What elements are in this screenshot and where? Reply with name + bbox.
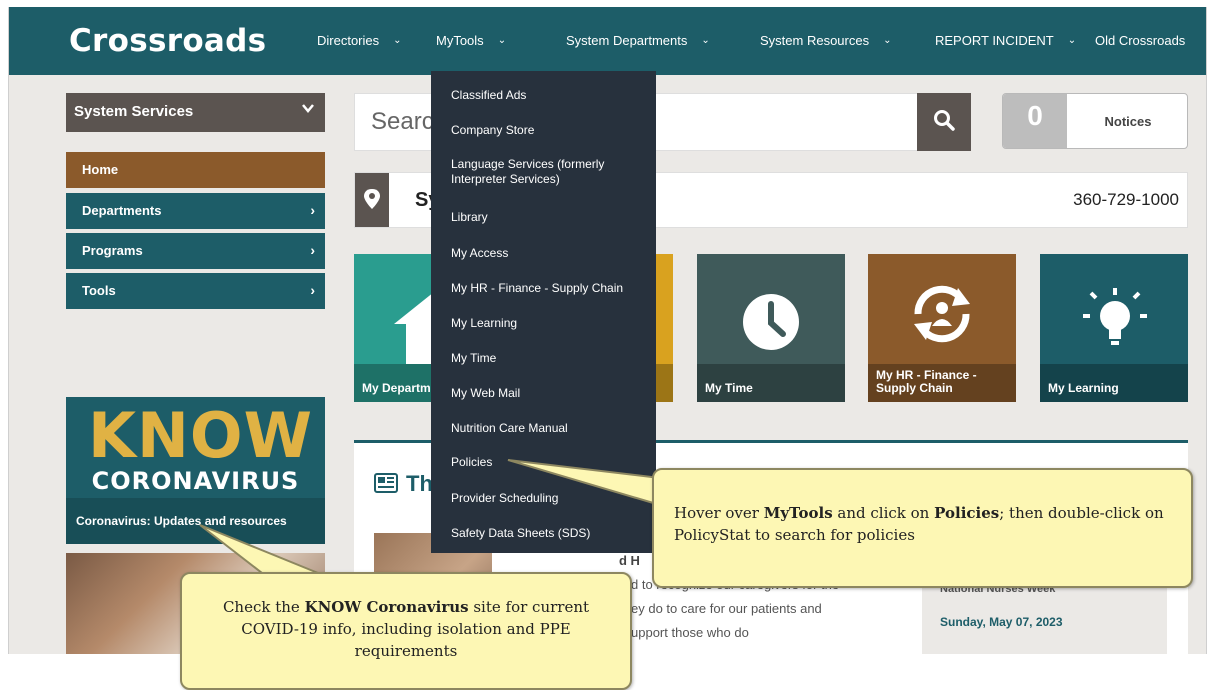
covid-callout: Check the KNOW Coronavirus site for curr…	[180, 572, 632, 690]
callout-bold-policies: Policies	[934, 504, 1000, 522]
callout-bold-mytools: MyTools	[763, 504, 833, 522]
policies-callout: Hover over MyTools and click on Policies…	[652, 468, 1193, 588]
callout-text: Hover over	[674, 504, 764, 522]
callout-text: and click on	[832, 504, 935, 522]
callout-bold-know: KNOW Coronavirus	[304, 598, 469, 616]
callout-text: Check the	[222, 598, 305, 616]
